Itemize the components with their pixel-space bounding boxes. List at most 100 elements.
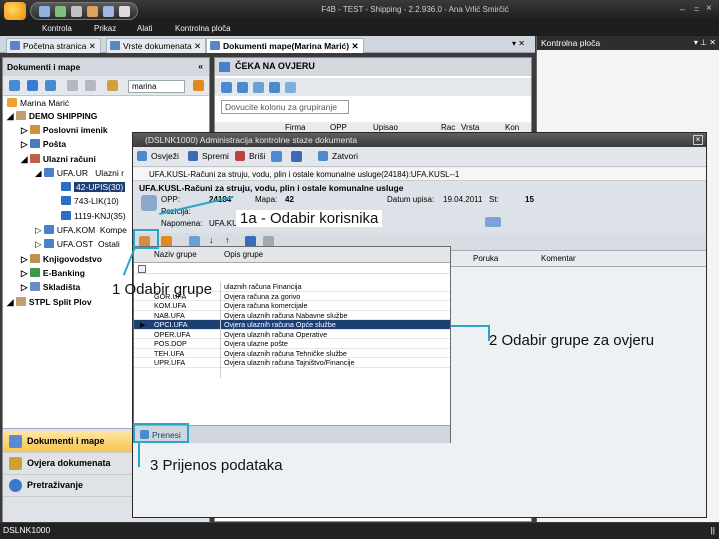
tab-pocetna[interactable]: Početna stranica ✕: [6, 38, 101, 53]
tree-label: UFA.KOM: [56, 225, 96, 235]
group-row[interactable]: UPR.UFA Ovjera ulaznih računa Tajništvo/F…: [134, 358, 450, 368]
print-icon[interactable]: [71, 6, 82, 17]
app-logo-icon[interactable]: [4, 2, 26, 20]
tree-ufa-kom[interactable]: ▷ UFA.KOM Kompe: [35, 225, 127, 236]
copy-icon[interactable]: [291, 151, 302, 162]
user-select-icon[interactable]: [193, 80, 204, 91]
save-button[interactable]: Spremi: [188, 151, 229, 161]
move-down-icon[interactable]: ↓: [209, 235, 214, 245]
col-naziv-grupe[interactable]: Naziv grupe: [154, 250, 197, 259]
left-panel-title: Dokumenti i mape: [7, 62, 81, 72]
group-row-selected[interactable]: ▶ OPCI.UFA Ovjera ulaznih računa Opće služ…: [134, 320, 450, 330]
folder-icon[interactable]: [27, 80, 38, 91]
home-icon[interactable]: [39, 6, 50, 17]
refresh-icon[interactable]: [9, 80, 20, 91]
dashboard-panel-header: Kontrolna ploča ▾ ⊥ ✕: [537, 36, 719, 50]
minimize-button[interactable]: –: [680, 4, 685, 14]
collapse-panel-icon[interactable]: «: [198, 61, 203, 71]
opp-label: OPP:: [161, 195, 181, 204]
tree-company[interactable]: ◢ DEMO SHIPPING: [7, 111, 97, 122]
tree-1119-knj[interactable]: 1119-KNJ(35): [61, 211, 126, 221]
filter-icon[interactable]: [285, 82, 296, 93]
tree-ufa-ost[interactable]: ▷ UFA.OST Ostali: [35, 239, 120, 250]
tree-stpl[interactable]: ◢ STPL Split Plov: [7, 297, 92, 308]
tab-vrste-dokumenata[interactable]: Vrste dokumenata ✕: [106, 38, 207, 53]
tree-ulazni-racuni[interactable]: ◢ Ulazni računi: [21, 154, 96, 165]
copy-icon[interactable]: [85, 80, 96, 91]
delete-button[interactable]: Briši: [235, 151, 266, 161]
menu-prikaz[interactable]: Prikaz: [94, 24, 116, 33]
qat-dropdown-icon[interactable]: [119, 6, 130, 17]
close-button[interactable]: Zatvori: [318, 151, 358, 161]
menu-bar: Kontrola Prikaz Alati Kontrolna ploča: [0, 22, 719, 36]
link-icon[interactable]: [253, 82, 264, 93]
edit-icon[interactable]: [45, 80, 56, 91]
folder-icon: [43, 225, 54, 234]
move-up-icon[interactable]: ↑: [225, 235, 230, 245]
refresh-icon[interactable]: [221, 82, 232, 93]
tab-dokumenti-mape[interactable]: Dokumenti mape(Marina Marić) ✕: [206, 38, 364, 53]
tab-label: Početna stranica: [23, 41, 87, 51]
maximize-button[interactable]: =: [694, 4, 699, 14]
tree-poslovni-imenik[interactable]: ▷ Poslovni imenik: [21, 125, 108, 136]
tree-42-upis[interactable]: 42-UPIS(30): [61, 182, 126, 192]
tree-743-lik[interactable]: 743-LIK(10): [61, 196, 119, 206]
tree-e-banking[interactable]: ▷ E-Banking: [21, 268, 85, 279]
menu-kontrolna-ploca[interactable]: Kontrolna ploča: [175, 24, 231, 33]
group-desc: Ovjera ulaznih računa Tehničke službe: [224, 348, 347, 358]
tree-skladista[interactable]: ▷ Skladišta: [21, 282, 80, 293]
col-vrsta[interactable]: Vrsta: [461, 123, 479, 132]
menu-kontrola[interactable]: Kontrola: [42, 24, 72, 33]
group-row[interactable]: POS.DOP Ovjera ulazne pošte: [134, 339, 450, 349]
attachment-icon[interactable]: [485, 217, 501, 227]
group-code: KOM.UFA: [154, 301, 187, 310]
col-rac[interactable]: Rac: [441, 123, 455, 132]
tree-label: 1119-KNJ(35): [74, 211, 126, 221]
group-row[interactable]: TEH.UFA Ovjera ulaznih računa Tehničke sl…: [134, 348, 450, 358]
document-icon: [141, 195, 157, 211]
group-code: NAB.UFA: [154, 310, 185, 320]
user-icon[interactable]: [107, 80, 118, 91]
group-row[interactable]: OPER.UFA Ovjera ulaznih računa Operative: [134, 330, 450, 339]
tree-label: STPL Split Plov: [28, 297, 92, 307]
window-title: F4B - TEST - Shipping - 2.2.936.0 - Ana …: [321, 5, 509, 14]
mapa-value: 42: [285, 195, 294, 204]
col-komentar[interactable]: Komentar: [541, 254, 576, 263]
menu-alati[interactable]: Alati: [137, 24, 153, 33]
col-poruka[interactable]: Poruka: [473, 254, 498, 263]
popup-filter-row[interactable]: [134, 264, 450, 274]
refresh-button[interactable]: Osvježi: [137, 151, 179, 161]
refresh-icon[interactable]: [55, 6, 66, 17]
pin-close-icon[interactable]: ▾ ⊥ ✕: [694, 38, 716, 47]
col-kon[interactable]: Kon: [505, 123, 519, 132]
col-opp[interactable]: OPP: [330, 123, 347, 132]
resize-grip[interactable]: ||: [711, 525, 715, 535]
group-row[interactable]: NAB.UFA Ovjera ulaznih računa Nabavne slu…: [134, 310, 450, 320]
group-row[interactable]: KOM.UFA Ovjera računa komercijale: [134, 301, 450, 311]
tree-user[interactable]: Marina Marić: [7, 98, 69, 108]
tabs-menu-icon[interactable]: ▾ ✕: [512, 39, 525, 48]
close-window-button[interactable]: ×: [706, 3, 712, 14]
link-icon[interactable]: [271, 151, 282, 162]
tools-icon[interactable]: [87, 6, 98, 17]
col-firma[interactable]: Firma: [285, 123, 305, 132]
document-icon: [110, 41, 120, 50]
annotation-line-2: [451, 325, 489, 327]
tree-ufa-ur[interactable]: ◢ UFA.UR Ulazni r: [35, 168, 124, 179]
copy-icon[interactable]: [269, 82, 280, 93]
cut-icon[interactable]: [67, 80, 78, 91]
group-desc: Ovjera ulazne pošte: [224, 339, 288, 348]
col-upisao[interactable]: Upisao: [373, 123, 398, 132]
approval-icon: [9, 457, 22, 470]
group-by-area[interactable]: Dovucite kolonu za grupiranje: [221, 100, 349, 114]
col-opis-grupe[interactable]: Opis grupe: [224, 250, 263, 259]
delete-icon: [235, 151, 245, 161]
edit-icon[interactable]: [237, 82, 248, 93]
tree-knjigovodstvo[interactable]: ▷ Knjigovodstvo: [21, 254, 102, 265]
settings-icon[interactable]: [103, 6, 114, 17]
user-search-input[interactable]: marina: [128, 80, 185, 93]
tree-label-selected: 42-UPIS(30): [74, 182, 126, 192]
tree-posta[interactable]: ▷ Pošta: [21, 139, 66, 150]
filter-icon[interactable]: [138, 265, 146, 273]
dialog-close-button[interactable]: ×: [693, 135, 703, 145]
